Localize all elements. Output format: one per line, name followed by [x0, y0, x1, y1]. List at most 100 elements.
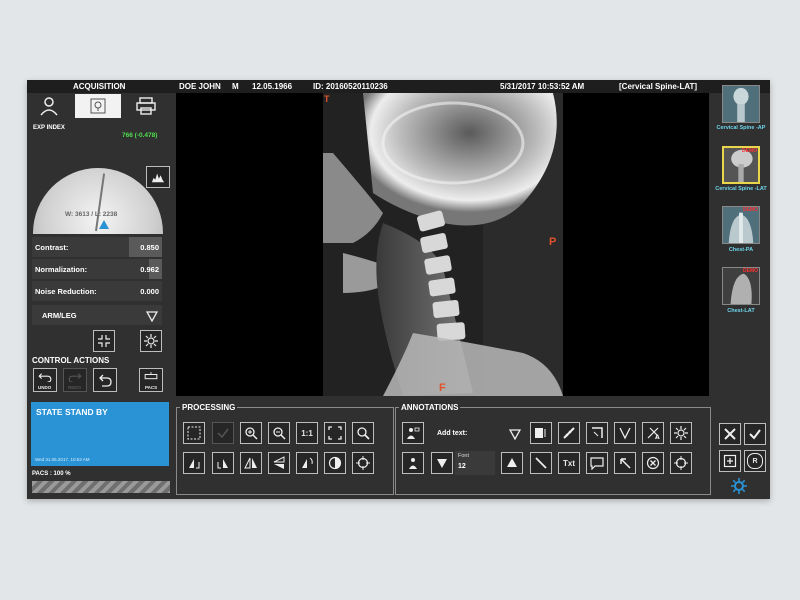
rotate-left-icon — [189, 459, 200, 469]
gear-icon — [674, 426, 688, 440]
thumbnail-chest-lat[interactable]: DEMO — [722, 267, 760, 305]
fit-to-screen-button[interactable] — [93, 330, 115, 352]
add-frame-icon — [723, 454, 737, 468]
font-decrease-button[interactable] — [431, 452, 453, 474]
zoom-in-button[interactable] — [240, 422, 262, 444]
contrast-slider[interactable]: Contrast: 0.850 — [32, 237, 162, 257]
delete-annotation-button[interactable] — [642, 452, 664, 474]
retake-button[interactable]: R — [744, 450, 766, 472]
crosshair-icon — [356, 456, 370, 470]
rotate-left-button[interactable] — [183, 452, 205, 474]
ruler-button[interactable] — [558, 422, 580, 444]
magnifier-icon — [357, 427, 370, 440]
rotate-right-button[interactable] — [212, 452, 234, 474]
marker-top: T — [324, 94, 330, 104]
patient-id: ID: 20160520110236 — [313, 82, 388, 91]
actual-size-button[interactable]: 1:1 — [296, 422, 318, 444]
zoom-out-button[interactable] — [268, 422, 290, 444]
flip-vertical-button[interactable] — [268, 452, 290, 474]
marker-label-button[interactable] — [530, 422, 552, 444]
actual-size-label: 1:1 — [301, 428, 313, 438]
exposure-tab[interactable] — [75, 94, 121, 118]
printer-icon[interactable] — [135, 96, 157, 116]
free-rotate-button[interactable] — [296, 452, 318, 474]
processing-panel — [176, 407, 394, 495]
collapse-icon — [98, 335, 110, 347]
demo-badge: DEMO — [742, 148, 757, 154]
normalization-value: 0.962 — [140, 265, 159, 274]
user-icon[interactable] — [37, 96, 61, 116]
add-image-button[interactable] — [719, 450, 741, 472]
magnifier-button[interactable] — [352, 422, 374, 444]
flip-vertical-icon — [273, 456, 285, 469]
font-increase-button[interactable] — [501, 452, 523, 474]
xray-image[interactable] — [323, 93, 563, 396]
font-size-value: 12 — [458, 463, 466, 470]
annotation-target-button[interactable] — [670, 452, 692, 474]
checkmark-icon — [749, 429, 761, 440]
flip-horizontal-button[interactable] — [240, 452, 262, 474]
fit-frame-button[interactable] — [324, 422, 346, 444]
text-preset-button[interactable] — [402, 452, 424, 474]
patient-name: DOE JOHN — [179, 82, 221, 91]
curved-ruler-icon — [592, 427, 603, 438]
undo-label: UNDO — [38, 385, 52, 390]
gear-icon — [144, 334, 158, 348]
chevron-down-icon — [508, 429, 522, 441]
gauge-pointer[interactable] — [99, 220, 109, 229]
add-text-label: Add text: — [437, 430, 468, 437]
thumbnail-cervical-lat[interactable]: DEMO — [722, 146, 760, 184]
noise-reduction-value: 0.000 — [140, 287, 159, 296]
invert-icon — [328, 456, 342, 470]
send-to-pacs-button[interactable]: PACS — [139, 368, 163, 392]
redo-icon — [68, 373, 82, 382]
marker-bottom: F — [439, 382, 446, 394]
noise-reduction-slider[interactable]: Noise Reduction: 0.000 — [32, 281, 162, 301]
comment-tool-button[interactable] — [586, 452, 608, 474]
thumbnail-image — [723, 86, 759, 122]
processing-title: PROCESSING — [180, 403, 238, 412]
noise-reduction-label: Noise Reduction: — [35, 287, 97, 296]
annotation-settings-button[interactable] — [670, 422, 692, 444]
thumbnail-caption: Chest-PA — [728, 247, 754, 253]
status-state: STATE STAND BY — [36, 407, 108, 417]
add-text-annotation-button[interactable] — [402, 422, 424, 444]
window-level-readout: W: 3613 / L: 2238 — [65, 211, 118, 218]
window-level-gauge[interactable] — [33, 168, 163, 234]
crosshair-icon — [674, 456, 688, 470]
line-tool-button[interactable] — [530, 452, 552, 474]
angle-tool-button[interactable] — [614, 422, 636, 444]
invert-button[interactable] — [324, 452, 346, 474]
select-area-button[interactable] — [183, 422, 205, 444]
contrast-label: Contrast: — [35, 243, 69, 252]
reset-button[interactable] — [93, 368, 117, 392]
return-icon — [99, 374, 112, 387]
settings-button[interactable] — [140, 330, 162, 352]
preset-dropdown[interactable]: ARM/LEG — [32, 305, 162, 325]
font-size-field[interactable]: Font 12 — [455, 451, 495, 475]
patient-dob: 12.05.1966 — [252, 82, 293, 91]
control-actions-title: CONTROL ACTIONS — [32, 356, 110, 365]
contrast-value: 0.850 — [140, 243, 159, 252]
thumbnail-chest-pa[interactable]: DEMO — [722, 206, 760, 244]
undo-button[interactable]: UNDO — [33, 368, 57, 392]
pacs-progress-bar — [32, 481, 170, 493]
annotations-panel — [395, 407, 711, 495]
confirm-crop-button — [212, 422, 234, 444]
zoom-out-icon — [273, 427, 286, 440]
thumbnail-cervical-ap[interactable] — [722, 85, 760, 123]
text-tool-button[interactable]: Txt — [558, 452, 580, 474]
accept-button[interactable] — [744, 423, 766, 445]
rotate-right-icon — [217, 459, 228, 469]
loading-gear-icon — [731, 478, 747, 494]
reject-button[interactable] — [719, 423, 741, 445]
add-text-dropdown[interactable] — [508, 427, 522, 441]
normalization-slider[interactable]: Normalization: 0.962 — [32, 259, 162, 279]
cobb-angle-button[interactable]: A — [642, 422, 664, 444]
image-viewport[interactable]: T P F — [176, 93, 709, 396]
center-button[interactable] — [352, 452, 374, 474]
curved-ruler-button[interactable] — [586, 422, 608, 444]
line-icon — [535, 457, 547, 469]
arrow-tool-button[interactable] — [614, 452, 636, 474]
redo-label: REDO — [68, 385, 82, 390]
